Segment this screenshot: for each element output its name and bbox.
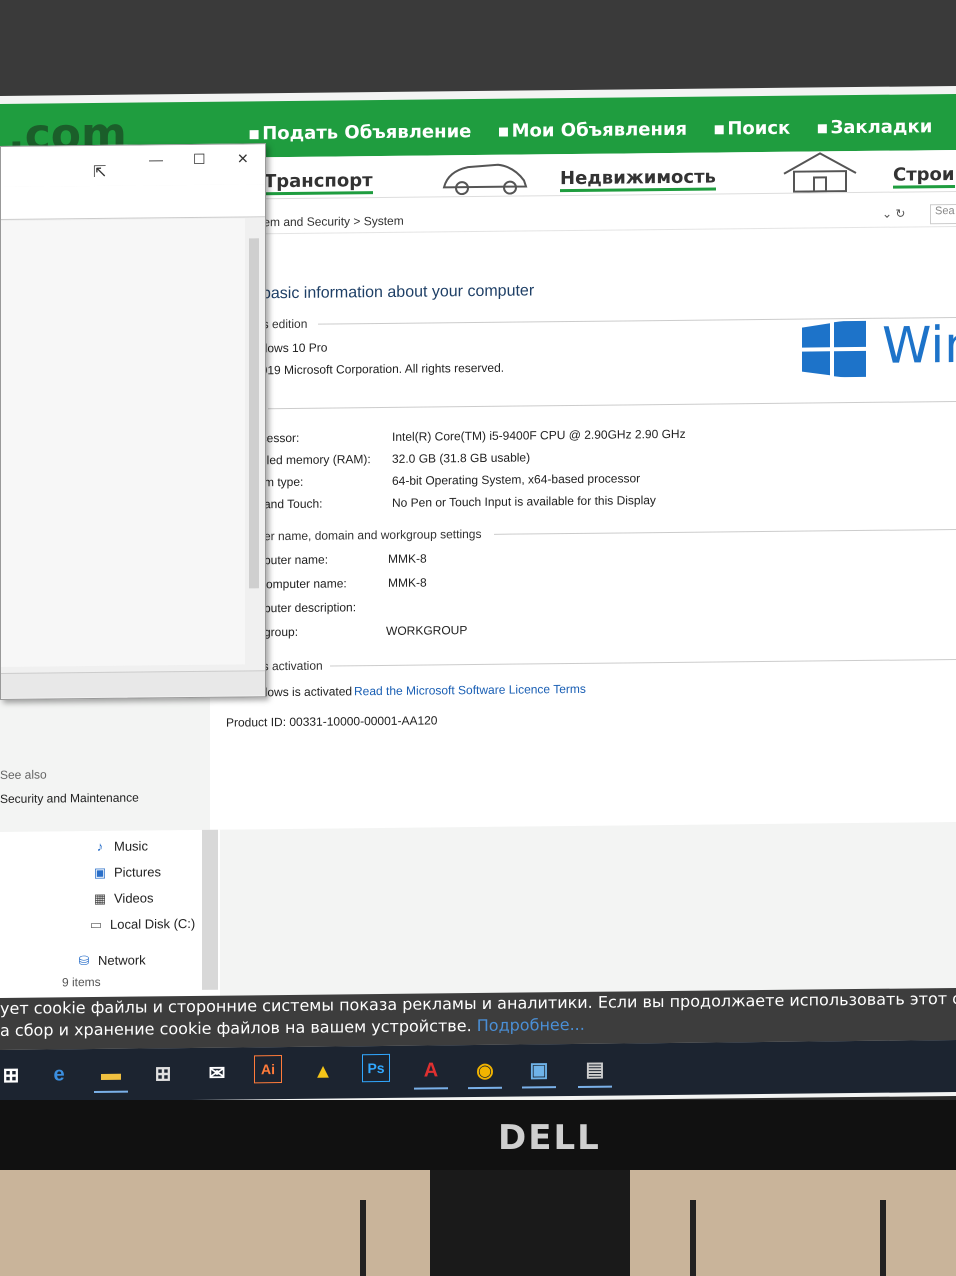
- cable: [880, 1200, 886, 1276]
- workgroup-value: WORKGROUP: [386, 623, 468, 638]
- system-properties-icon[interactable]: ▤: [578, 1051, 612, 1088]
- explorer-content[interactable]: [1, 218, 245, 667]
- system-window: tem and Security > System ⌄ ↻ Sea basic …: [210, 190, 956, 830]
- copyright-text: 2019 Microsoft Corporation. All rights r…: [254, 360, 505, 378]
- nav-item-pictures[interactable]: ▣ Pictures: [92, 864, 161, 881]
- page-title: basic information about your computer: [262, 282, 535, 303]
- activation-status: ndows is activated: [254, 684, 353, 700]
- site-nav: Подать Объявление Мои Объявления Поиск З…: [248, 116, 932, 144]
- breadcrumb[interactable]: tem and Security > System: [260, 214, 404, 230]
- minimize-button[interactable]: —: [149, 151, 163, 167]
- section-computer-name: uter name, domain and workgroup settings: [254, 527, 956, 543]
- see-also-heading: See also: [0, 767, 47, 782]
- maximize-button[interactable]: ☐: [193, 151, 206, 168]
- items-count: 9 items: [62, 974, 101, 990]
- nav-item-music[interactable]: ♪ Music: [92, 838, 148, 854]
- videos-icon: ▦: [93, 890, 107, 907]
- close-button[interactable]: ✕: [237, 150, 249, 167]
- nav-bookmarks[interactable]: Закладки: [816, 116, 932, 138]
- computer-name-value: MMK-8: [388, 551, 427, 566]
- pen-touch-value: No Pen or Touch Input is available for t…: [392, 493, 656, 510]
- illustrator-icon[interactable]: Ai: [254, 1055, 282, 1084]
- photoshop-icon[interactable]: Ps: [362, 1053, 390, 1083]
- explorer-ribbon[interactable]: [1, 184, 265, 220]
- licence-terms-link[interactable]: Read the Microsoft Software Licence Term…: [354, 682, 586, 698]
- scrollbar-thumb[interactable]: [249, 238, 259, 589]
- screen: .com Подать Объявление Мои Объявления По…: [0, 85, 956, 1107]
- task-view-icon[interactable]: ⊞: [0, 1058, 28, 1092]
- windows-wordmark: Win: [882, 315, 956, 375]
- dell-logo: DELL: [498, 1118, 601, 1158]
- local-disk-icon: ▭: [89, 916, 103, 933]
- memory-value: 32.0 GB (31.8 GB usable): [392, 450, 531, 466]
- taskbar: ⊞ e ▬ ⊞ ✉ Ai ▲ Ps A ◉ ▣ ▤: [0, 1039, 956, 1102]
- category-transport[interactable]: Транспорт: [264, 170, 373, 196]
- chrome-icon[interactable]: ◉: [468, 1052, 502, 1090]
- monitor-stand: [430, 1170, 630, 1276]
- full-computer-name-label: l computer name:: [254, 576, 347, 592]
- nav-item-local-disk[interactable]: ▭ Local Disk (C:): [88, 916, 195, 933]
- category-real-estate[interactable]: Недвижимость: [560, 166, 716, 193]
- mouse-cursor-icon: ⇱: [93, 163, 107, 182]
- remote-desktop-icon[interactable]: ▣: [522, 1052, 556, 1089]
- house-icon: [783, 152, 857, 193]
- explorer-statusbar: [1, 670, 265, 698]
- navigation-pane: ♪ Music ▣ Pictures ▦ Videos ▭ Local Disk (C:…: [0, 829, 220, 1002]
- address-bar[interactable]: tem and Security > System ⌄ ↻ Sea: [210, 201, 956, 235]
- memory-label: talled memory (RAM):: [254, 452, 371, 468]
- explorer-window: ⇱ — ☐ ✕: [0, 143, 266, 700]
- refresh-icon[interactable]: ⌄ ↻: [882, 207, 905, 221]
- mail-icon[interactable]: ✉: [200, 1056, 234, 1090]
- monitor-bezel-bottom: [0, 1100, 956, 1170]
- autocad-icon[interactable]: A: [414, 1053, 448, 1090]
- full-computer-name-value: MMK-8: [388, 575, 427, 590]
- nav-item-network[interactable]: ⛁ Network: [76, 952, 146, 969]
- pictures-icon: ▣: [93, 864, 107, 881]
- cable: [360, 1200, 366, 1276]
- nav-pane-scrollbar[interactable]: [202, 829, 218, 990]
- cookie-more-link[interactable]: Подробнее...: [477, 1015, 585, 1035]
- nav-search[interactable]: Поиск: [713, 118, 790, 140]
- nav-post-ad[interactable]: Подать Объявление: [248, 121, 471, 144]
- computer-description-label: mputer description:: [254, 600, 357, 616]
- processor-value: Intel(R) Core(TM) i5-9400F CPU @ 2.90GHz…: [392, 426, 686, 444]
- edge-icon[interactable]: e: [42, 1057, 76, 1091]
- nav-my-ads[interactable]: Мои Объявления: [497, 119, 688, 142]
- store-icon[interactable]: ⊞: [146, 1056, 180, 1090]
- file-explorer-icon[interactable]: ▬: [94, 1056, 128, 1094]
- system-type-value: 64-bit Operating System, x64-based proce…: [392, 471, 641, 488]
- category-construction[interactable]: Строи: [893, 164, 955, 189]
- explorer-titlebar[interactable]: ⇱ — ☐ ✕: [1, 144, 265, 187]
- car-icon: [442, 163, 528, 196]
- music-icon: ♪: [96, 838, 104, 854]
- network-icon: ⛁: [78, 953, 90, 969]
- explorer-scrollbar[interactable]: [245, 218, 263, 665]
- archicad-icon[interactable]: ▲: [306, 1054, 340, 1088]
- search-input[interactable]: Sea: [930, 203, 956, 225]
- product-id: Product ID: 00331-10000-00001-AA120: [226, 713, 438, 730]
- cable: [690, 1200, 696, 1276]
- nav-item-videos[interactable]: ▦ Videos: [92, 890, 154, 907]
- windows-logo-icon: [802, 320, 866, 378]
- security-maintenance-link[interactable]: Security and Maintenance: [0, 791, 139, 806]
